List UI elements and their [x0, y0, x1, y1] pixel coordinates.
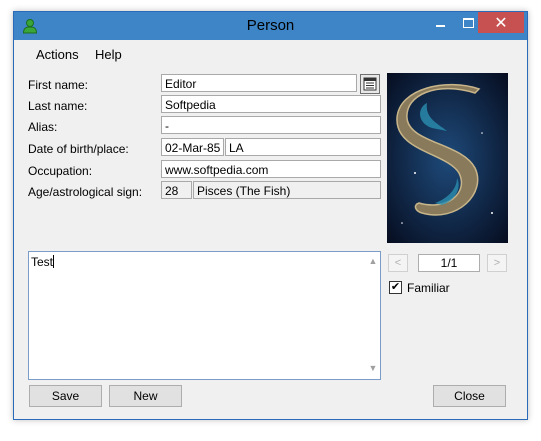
person-window: Person ✕ Actions Help First name: Editor… [13, 11, 528, 420]
notes-textarea[interactable]: Test ▲ ▼ [28, 251, 381, 380]
familiar-checkbox[interactable]: ✔ [389, 281, 402, 294]
person-photo [387, 73, 508, 243]
first-name-field[interactable]: Editor [161, 74, 357, 92]
close-button[interactable]: Close [433, 385, 506, 407]
scroll-up-icon[interactable]: ▲ [366, 256, 380, 270]
title-bar[interactable]: Person ✕ [14, 12, 527, 40]
last-name-label: Last name: [28, 99, 88, 113]
notes-text-wrapper: Test [31, 255, 55, 269]
birthplace-field[interactable]: LA [225, 138, 381, 156]
next-photo-button[interactable]: > [487, 254, 507, 272]
familiar-label: Familiar [407, 281, 450, 295]
new-button[interactable]: New [109, 385, 182, 407]
person-form: First name: Editor Last name: Softpedia … [14, 67, 527, 419]
menu-help[interactable]: Help [95, 47, 122, 62]
close-window-button[interactable]: ✕ [478, 12, 524, 33]
dob-field[interactable]: 02-Mar-85 [161, 138, 224, 156]
astrological-sign-field: Pisces (The Fish) [193, 181, 381, 199]
maximize-icon [462, 17, 474, 28]
calendar-icon [363, 77, 377, 91]
save-button[interactable]: Save [29, 385, 102, 407]
close-icon: ✕ [494, 14, 508, 32]
alias-field[interactable]: - [161, 116, 381, 134]
last-name-field[interactable]: Softpedia [161, 95, 381, 113]
menu-actions[interactable]: Actions [36, 47, 79, 62]
age-field: 28 [161, 181, 192, 199]
menu-bar: Actions Help [14, 40, 527, 67]
calendar-button[interactable] [360, 74, 380, 94]
occupation-field[interactable]: www.softpedia.com [161, 160, 381, 178]
first-name-label: First name: [28, 78, 89, 92]
previous-photo-button[interactable]: < [388, 254, 408, 272]
minimize-button[interactable] [426, 12, 454, 33]
checkmark-icon: ✔ [390, 281, 401, 293]
minimize-icon [435, 24, 445, 27]
text-caret [53, 255, 55, 268]
photo-counter: 1/1 [418, 254, 480, 272]
dob-label: Date of birth/place: [28, 142, 129, 156]
scroll-down-icon[interactable]: ▼ [366, 363, 380, 377]
occupation-label: Occupation: [28, 164, 93, 178]
notes-text: Test [31, 255, 54, 269]
age-label: Age/astrological sign: [28, 185, 143, 199]
alias-label: Alias: [28, 120, 58, 134]
